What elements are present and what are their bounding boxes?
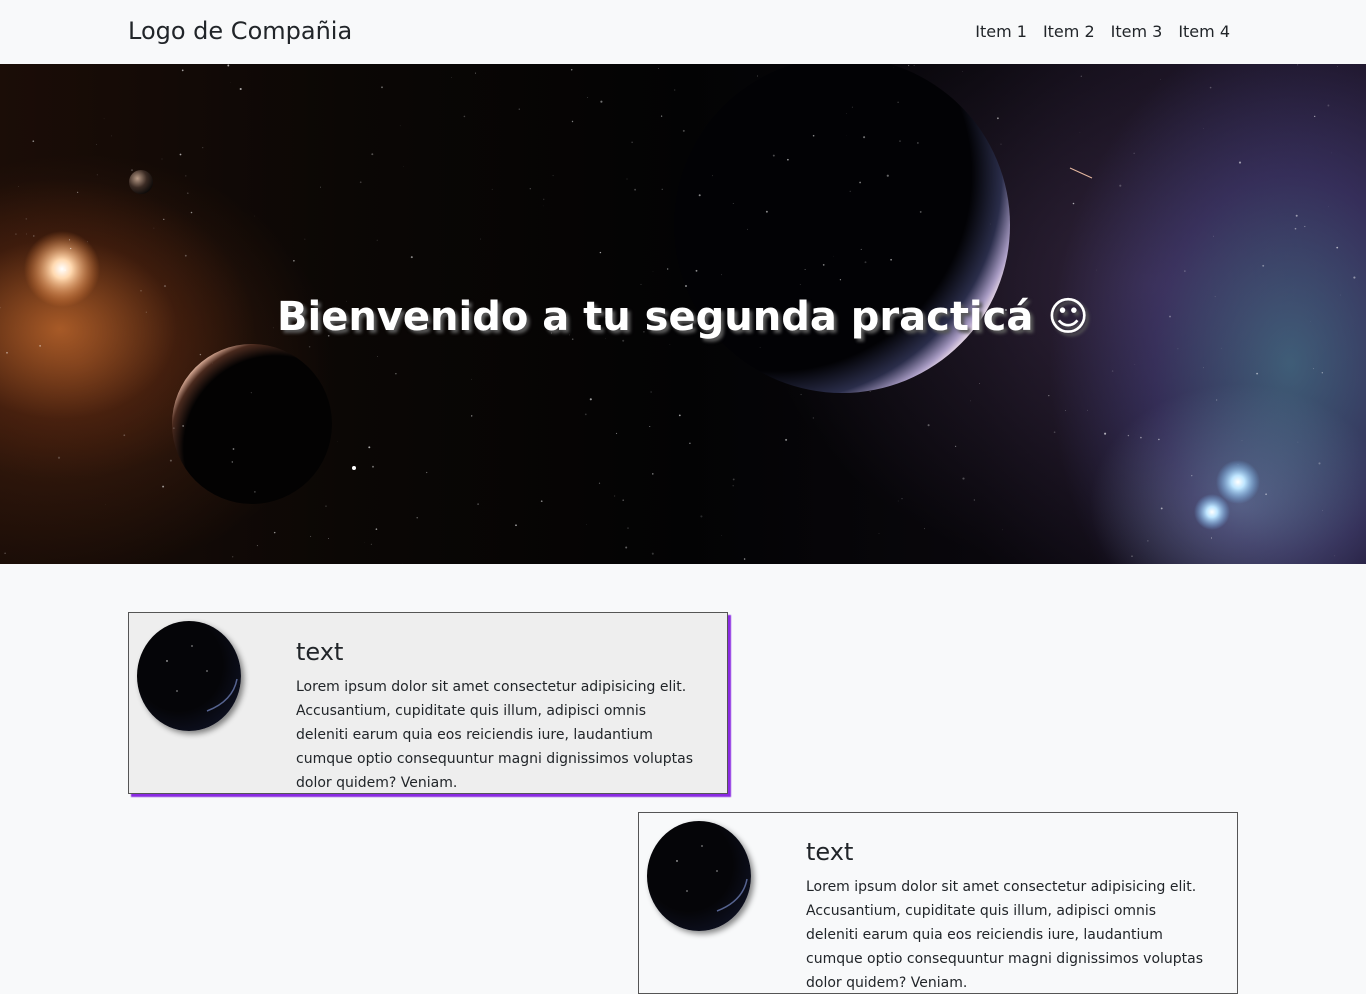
nav-item: Item 2 <box>1035 20 1103 44</box>
card-title: text <box>296 638 344 666</box>
card-planet-image <box>137 621 241 731</box>
card-title: text <box>806 838 854 866</box>
nav-item: Item 3 <box>1103 20 1171 44</box>
nav-link-item-1[interactable]: Item 1 <box>967 20 1035 44</box>
nav-link-item-3[interactable]: Item 3 <box>1103 20 1171 44</box>
hero-banner: Bienvenido a tu segunda practicá ☺ <box>0 64 1366 564</box>
nav-link-item-4[interactable]: Item 4 <box>1170 20 1238 44</box>
company-logo-link[interactable]: Logo de Compañia <box>128 14 352 48</box>
content-card: text Lorem ipsum dolor sit amet consecte… <box>638 812 1238 994</box>
nav-item: Item 4 <box>1170 20 1238 44</box>
card-text: Lorem ipsum dolor sit amet consectetur a… <box>296 679 694 791</box>
nav-item: Item 1 <box>967 20 1035 44</box>
hero-title: Bienvenido a tu segunda practicá ☺ <box>277 294 1089 340</box>
navbar: Logo de Compañia Item 1 Item 2 Item 3 It… <box>0 0 1366 64</box>
nav-link-item-2[interactable]: Item 2 <box>1035 20 1103 44</box>
card-planet-image <box>647 821 751 931</box>
nav-menu: Item 1 Item 2 Item 3 Item 4 <box>967 20 1238 44</box>
card-text: Lorem ipsum dolor sit amet consectetur a… <box>806 879 1204 991</box>
content-card: text Lorem ipsum dolor sit amet consecte… <box>128 612 728 794</box>
